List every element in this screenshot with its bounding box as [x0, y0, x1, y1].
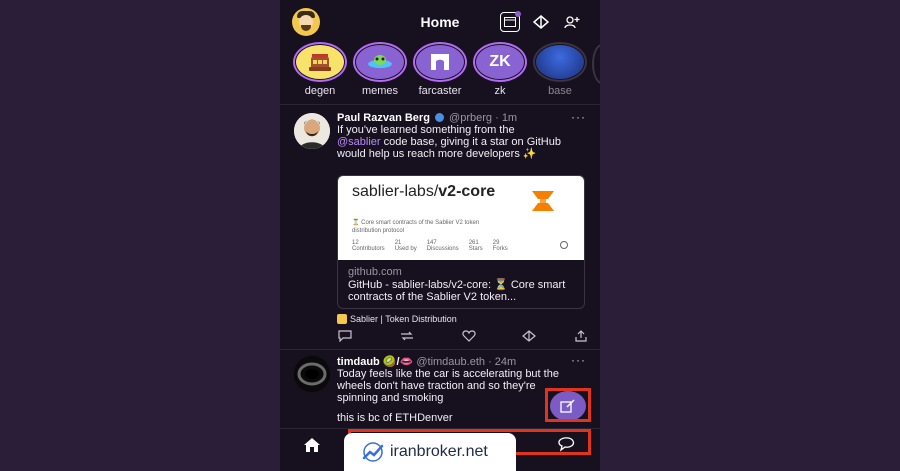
- highlight-frame-compose: [545, 388, 591, 422]
- more-options-icon[interactable]: ···: [571, 110, 586, 124]
- recast-icon[interactable]: [399, 330, 415, 344]
- power-badge-icon: [434, 113, 444, 122]
- channel-overflow[interactable]: [592, 44, 600, 84]
- channel-label: base: [548, 85, 572, 97]
- post-time: 1m: [501, 112, 518, 124]
- more-options-icon[interactable]: ···: [571, 353, 586, 367]
- channel-tag-label: Sablier | Token Distribution: [350, 314, 457, 324]
- watermark: iranbroker.net: [344, 433, 516, 471]
- preview-title-repo: sablier-labs/: [352, 183, 439, 200]
- post-time: 24m: [494, 356, 517, 368]
- post-text-2: this is bc of ETHDenver: [337, 412, 453, 424]
- link-preview-card[interactable]: sablier-labs/v2-core ⏳ Core smart contra…: [337, 175, 585, 309]
- channel-tag[interactable]: Sablier | Token Distribution: [337, 314, 457, 324]
- stat-stars: 261 Stars: [469, 240, 483, 252]
- author-avatar[interactable]: [294, 113, 330, 149]
- share-icon[interactable]: [573, 330, 589, 344]
- channel-ring: [533, 42, 587, 82]
- preview-image: sablier-labs/v2-core ⏳ Core smart contra…: [338, 176, 584, 260]
- author-handle: @timdaub.eth: [416, 356, 485, 368]
- link-title: GitHub - sablier-labs/v2-core: ⏳ Core sm…: [348, 279, 566, 303]
- repo-stats: 12 Contributors 21 Used by 147 Discussions …: [352, 240, 508, 252]
- divider: [280, 104, 600, 105]
- post-text-line: If you've learned something from the: [337, 124, 515, 136]
- stat-contributors: 12 Contributors: [352, 240, 385, 252]
- author-name[interactable]: timdaub 🥝/👄: [337, 356, 413, 368]
- stat-forks: 29 Forks: [493, 240, 508, 252]
- channel-memes[interactable]: memes: [352, 42, 408, 97]
- stat-label: Forks: [492, 246, 508, 252]
- divider: [280, 349, 600, 350]
- channel-ring: [353, 42, 407, 82]
- post-actions: [337, 330, 587, 344]
- frames-icon[interactable]: [500, 11, 521, 32]
- stat-used-by: 21 Used by: [395, 240, 417, 252]
- author-handle: @prberg: [449, 112, 493, 124]
- diamond-icon[interactable]: [531, 12, 551, 32]
- channel-stories: degen memes farcaster ZK zk base: [280, 42, 600, 102]
- stat-label: Used by: [394, 246, 417, 252]
- page-title: Home: [420, 14, 460, 30]
- github-icon: [560, 241, 568, 249]
- like-icon[interactable]: [461, 330, 477, 344]
- reply-icon[interactable]: [337, 330, 353, 344]
- author-name[interactable]: Paul Razvan Berg: [337, 112, 430, 124]
- channel-degen[interactable]: degen: [292, 42, 348, 97]
- top-bar: Home: [280, 0, 600, 40]
- chart-trend-icon: [362, 442, 384, 462]
- notification-dot: [515, 11, 521, 17]
- tip-diamond-icon[interactable]: [521, 330, 537, 344]
- mention-link[interactable]: @sablier: [337, 136, 381, 148]
- channel-label: zk: [494, 85, 506, 97]
- home-icon[interactable]: [302, 437, 322, 455]
- channel-label: degen: [304, 85, 336, 97]
- farcaster-arch-icon: [416, 45, 464, 79]
- base-circle-icon: [536, 45, 584, 79]
- post-meta: Paul Razvan Berg @prberg · 1m: [337, 112, 518, 124]
- stat-label: Contributors: [352, 246, 385, 252]
- channel-ring: ZK: [473, 42, 527, 82]
- preview-description: ⏳ Core smart contracts of the Sablier V2…: [352, 220, 480, 234]
- channel-base[interactable]: base: [532, 42, 588, 97]
- post-text: Today feels like the car is accelerating…: [337, 368, 559, 404]
- post-text: If you've learned something from the @sab…: [337, 124, 569, 160]
- preview-title: sablier-labs/v2-core: [352, 184, 512, 200]
- channel-ring: [293, 42, 347, 82]
- zk-text-icon: ZK: [476, 45, 524, 79]
- channel-label: memes: [361, 85, 399, 97]
- degen-hat-icon: [296, 45, 344, 79]
- preview-title-name: v2-core: [438, 183, 496, 200]
- memes-ufo-icon: [356, 45, 404, 79]
- channel-label: farcaster: [418, 85, 462, 97]
- channel-farcaster[interactable]: farcaster: [412, 42, 468, 97]
- author-avatar[interactable]: [294, 356, 330, 392]
- stat-label: Stars: [468, 246, 483, 252]
- app-screen: Home degen memes farcaster ZK zk base Pa…: [280, 0, 600, 471]
- channel-zk[interactable]: ZK zk: [472, 42, 528, 97]
- link-domain: github.com: [348, 266, 402, 278]
- channel-ring: [413, 42, 467, 82]
- sablier-logo-icon: [532, 191, 554, 211]
- add-user-icon[interactable]: [562, 12, 582, 32]
- sablier-channel-icon: [337, 314, 347, 324]
- post-meta: timdaub 🥝/👄 @timdaub.eth · 24m: [337, 356, 517, 368]
- stat-label: Discussions: [426, 246, 459, 252]
- watermark-text: iranbroker.net: [390, 443, 488, 460]
- stat-discussions: 147 Discussions: [427, 240, 459, 252]
